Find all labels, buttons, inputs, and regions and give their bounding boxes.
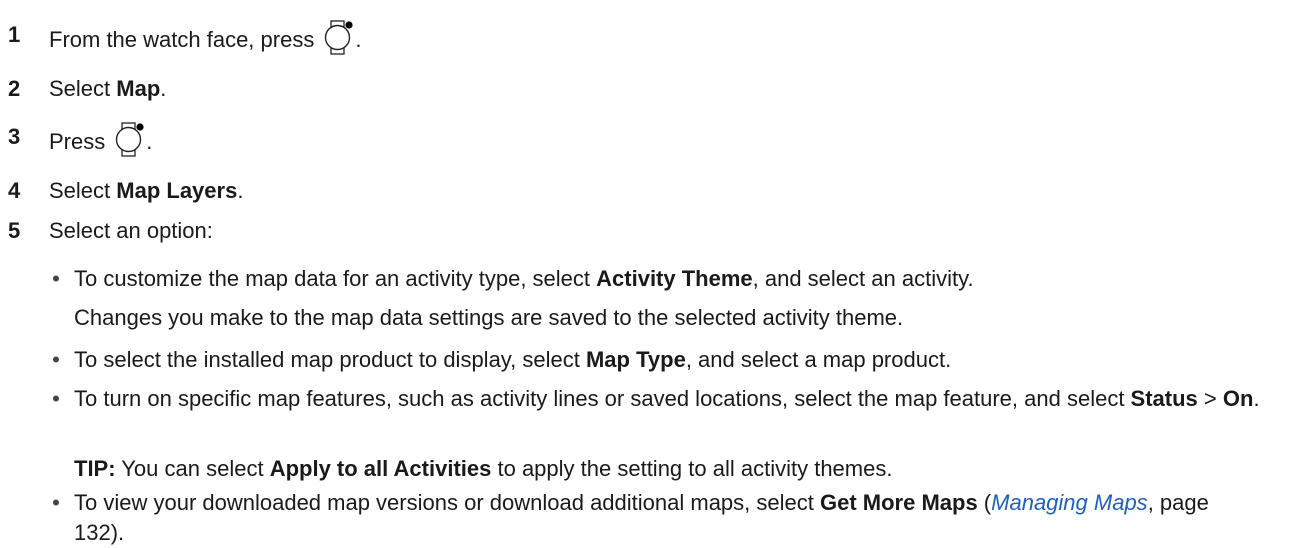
bullet: •: [52, 386, 60, 411]
tip-note: TIP: You can select Apply to all Activit…: [74, 456, 893, 481]
bullet: •: [52, 347, 60, 372]
step-text: From the watch face, press: [49, 27, 315, 52]
bullet: •: [52, 490, 60, 515]
step-number: 2: [8, 76, 21, 101]
watch-button-icon: [322, 20, 354, 64]
step-number: 4: [8, 178, 21, 203]
step-number: 3: [8, 124, 21, 149]
watch-button-icon: [113, 122, 145, 166]
step-number: 1: [8, 22, 21, 47]
managing-maps-link[interactable]: Managing Maps: [991, 490, 1148, 515]
bullet: •: [52, 266, 60, 291]
tip-label: TIP:: [74, 456, 116, 481]
step-number: 5: [8, 218, 21, 243]
option-note: Changes you make to the map data setting…: [74, 305, 904, 330]
